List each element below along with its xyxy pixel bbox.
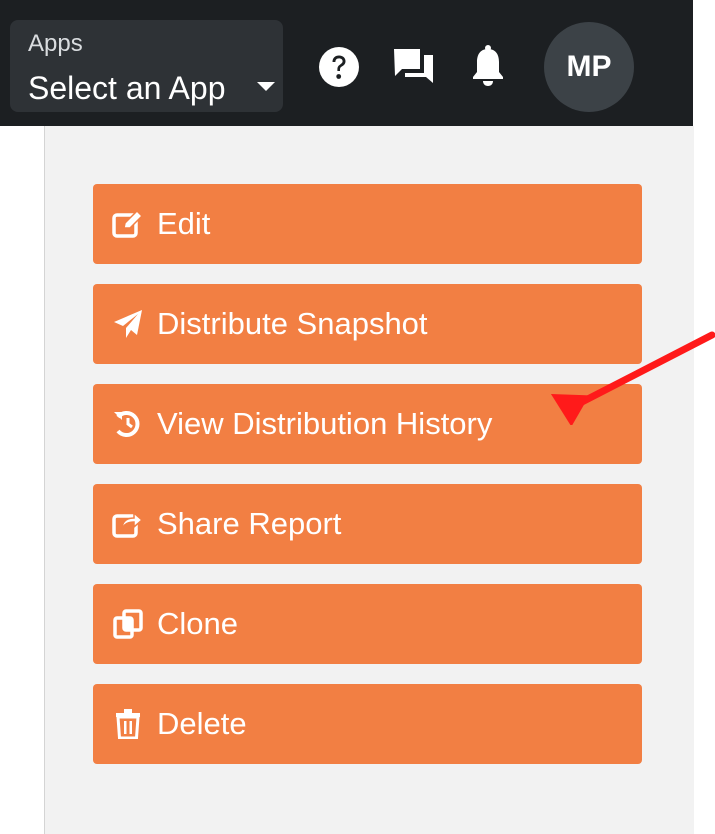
app-selector-label: Apps <box>28 30 83 57</box>
edit-button-label: Edit <box>157 206 211 241</box>
help-icon[interactable] <box>318 46 360 93</box>
app-selector-value: Select an App <box>28 70 226 106</box>
delete-button-label: Delete <box>157 706 247 741</box>
trash-icon <box>109 705 147 743</box>
annotation-arrow <box>550 331 715 425</box>
share-icon <box>109 505 147 543</box>
clone-button[interactable]: Clone <box>93 584 642 664</box>
top-navigation-bar: Apps Select an App MP <box>0 0 693 126</box>
paper-plane-icon <box>109 305 147 343</box>
clone-icon <box>109 605 147 643</box>
delete-button[interactable]: Delete <box>93 684 642 764</box>
view-distribution-history-button-label: View Distribution History <box>157 406 493 441</box>
app-selector-dropdown[interactable]: Apps Select an App <box>10 20 283 112</box>
edit-button[interactable]: Edit <box>93 184 642 264</box>
chevron-down-icon <box>257 82 275 91</box>
user-avatar[interactable]: MP <box>544 22 634 112</box>
edit-icon <box>109 205 147 243</box>
share-report-button-label: Share Report <box>157 506 342 541</box>
history-icon <box>109 405 147 443</box>
share-report-button[interactable]: Share Report <box>93 484 642 564</box>
messages-icon[interactable] <box>392 47 436 92</box>
clone-button-label: Clone <box>157 606 238 641</box>
notifications-icon[interactable] <box>470 44 506 93</box>
distribute-snapshot-button-label: Distribute Snapshot <box>157 306 428 341</box>
